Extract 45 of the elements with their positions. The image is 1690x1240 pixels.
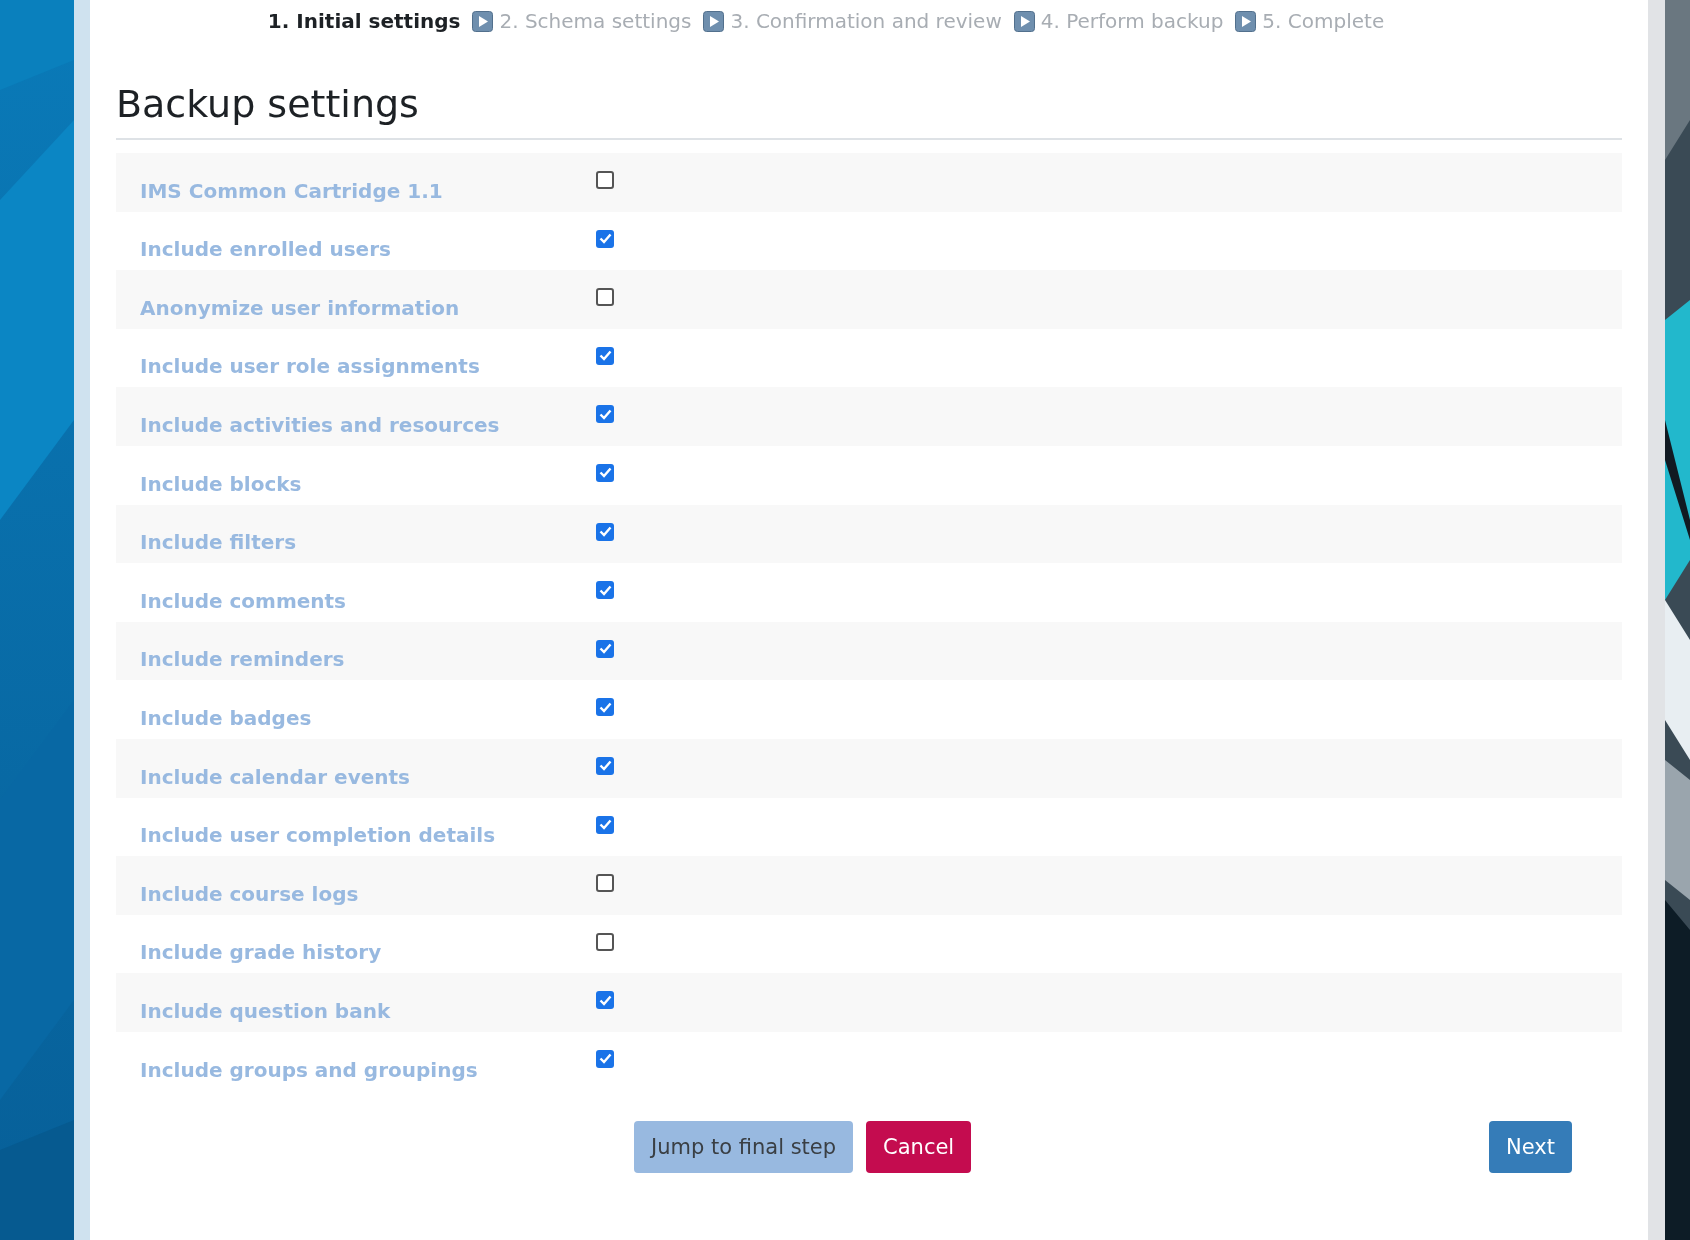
setting-label: Include grade history	[140, 940, 383, 967]
setting-label: IMS Common Cartridge 1.1	[140, 178, 444, 205]
step-label: 5. Complete	[1262, 9, 1386, 33]
checkbox[interactable]	[596, 581, 614, 600]
setting-label: Include activities and resources	[140, 412, 501, 439]
setting-label: Include comments	[140, 588, 347, 615]
next-button[interactable]: Next	[1489, 1120, 1572, 1173]
checkbox[interactable]	[596, 346, 614, 365]
step-label: 3. Confirmation and review	[730, 9, 1003, 33]
setting-label: Include reminders	[140, 647, 346, 674]
checkbox[interactable]	[596, 522, 614, 541]
checkbox[interactable]	[596, 698, 614, 717]
play-icon	[1013, 10, 1035, 32]
checkbox[interactable]	[596, 874, 614, 893]
setting-label: Include groups and groupings	[140, 1057, 479, 1084]
setting-label: Include course logs	[140, 881, 360, 908]
checkbox[interactable]	[596, 991, 614, 1010]
jump-button[interactable]: Jump to final step	[634, 1120, 854, 1173]
page-heading: Backup settings	[116, 82, 1622, 140]
checkbox[interactable]	[596, 463, 614, 482]
setting-label: Include calendar events	[140, 764, 411, 791]
checkbox[interactable]	[596, 756, 614, 775]
setting-label: Include badges	[140, 705, 313, 732]
checkbox[interactable]	[596, 171, 614, 189]
setting-label: Include user role assignments	[140, 354, 481, 381]
setting-label: Include question bank	[140, 998, 392, 1025]
step-label: 1. Initial settings	[267, 9, 462, 33]
checkbox[interactable]	[596, 932, 614, 951]
play-icon	[1235, 10, 1257, 32]
setting-label: Include user completion details	[140, 823, 497, 850]
setting-label: Include enrolled users	[140, 237, 392, 264]
checkbox[interactable]	[596, 639, 614, 658]
play-icon	[703, 10, 725, 32]
setting-label: Anonymize user information	[140, 295, 461, 322]
step-label: 4. Perform backup	[1040, 9, 1225, 33]
cancel-button[interactable]: Cancel	[866, 1120, 972, 1173]
checkbox[interactable]	[596, 229, 614, 248]
setting-label: Include filters	[140, 530, 298, 557]
step-label: 2. Schema settings	[499, 9, 693, 33]
checkbox[interactable]	[596, 1049, 614, 1068]
checkbox[interactable]	[596, 288, 614, 307]
play-icon	[472, 10, 494, 32]
checkbox[interactable]	[596, 815, 614, 834]
checkbox[interactable]	[596, 405, 614, 424]
setting-label: Include blocks	[140, 471, 303, 498]
